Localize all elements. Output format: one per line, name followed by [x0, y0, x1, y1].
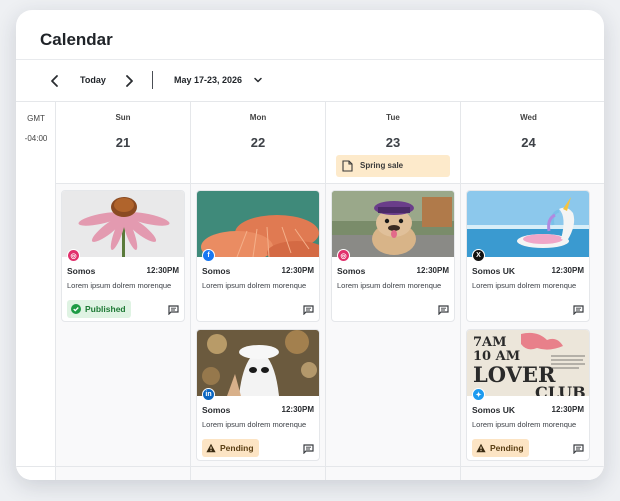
day-number: 23 — [385, 135, 401, 150]
post-time: 12:30PM — [281, 405, 314, 414]
day-number: 22 — [250, 135, 266, 150]
warning-icon — [206, 443, 216, 453]
chevron-left-icon — [51, 75, 58, 87]
page-header: Calendar — [16, 10, 604, 60]
post-account: Somos UK — [472, 266, 515, 276]
chevron-right-icon — [126, 75, 133, 87]
comment-icon[interactable] — [438, 305, 449, 315]
day-column-tue[interactable]: Tue 23 Spring sale ◎ Somos 12:30PM Lorem… — [326, 102, 461, 480]
linkedin-icon: in — [202, 388, 215, 401]
day-column-sun[interactable]: Sun 21 ◎ Somos 12:30PM Lorem ipsum dolre… — [56, 102, 191, 480]
post-text: Lorem ipsum dolrem morenque — [337, 281, 442, 290]
instagram-icon: ◎ — [67, 249, 80, 262]
status-badge: Pending — [202, 439, 259, 457]
post-card[interactable]: f Somos 12:30PM Lorem ipsum dolrem moren… — [196, 190, 320, 322]
day-header: Wed 24 — [461, 102, 604, 184]
post-time: 12:30PM — [281, 266, 314, 275]
post-image — [197, 330, 319, 396]
status-label: Published — [85, 304, 126, 314]
status-badge: Published — [67, 300, 131, 318]
timezone-label: GMT — [27, 114, 45, 123]
comment-icon[interactable] — [573, 444, 584, 454]
post-account: Somos — [202, 266, 231, 276]
post-time: 12:30PM — [551, 405, 584, 414]
post-account: Somos — [337, 266, 366, 276]
day-header: Sun 21 — [56, 102, 190, 184]
date-toolbar: Today May 17-23, 2026 — [16, 60, 604, 102]
post-image — [467, 191, 589, 257]
post-time: 12:30PM — [416, 266, 449, 275]
post-account: Somos — [202, 405, 231, 415]
day-column-wed[interactable]: Wed 24 X Somos UK 12:30PM Lorem ipsum do… — [461, 102, 604, 480]
document-icon — [342, 160, 353, 172]
post-time: 12:30PM — [146, 266, 179, 275]
grid-divider — [16, 466, 604, 467]
day-header: Mon 22 — [191, 102, 325, 184]
instagram-icon: ◎ — [337, 249, 350, 262]
check-circle-icon — [71, 304, 81, 314]
post-time: 12:30PM — [551, 266, 584, 275]
day-name: Tue — [386, 113, 400, 122]
timezone-gutter: GMT -04:00 — [16, 102, 56, 480]
post-card[interactable]: ◎ Somos 12:30PM Lorem ipsum dolrem moren… — [61, 190, 185, 322]
toolbar-divider — [152, 71, 153, 89]
comment-icon[interactable] — [573, 305, 584, 315]
x-icon: X — [472, 249, 485, 262]
day-column-mon[interactable]: Mon 22 f Somos 12:30PM Lorem ipsum dolre… — [191, 102, 326, 480]
post-image: 7AM 10 AM LOVER CLUB — [467, 330, 589, 396]
post-text: Lorem ipsum dolrem morenque — [67, 281, 172, 290]
post-image — [62, 191, 184, 257]
poster-text: CLUB — [535, 383, 586, 396]
status-label: Pending — [490, 443, 524, 453]
timezone-offset: -04:00 — [24, 134, 48, 143]
today-button[interactable]: Today — [80, 75, 106, 85]
day-number: 24 — [521, 135, 536, 150]
post-account: Somos — [67, 266, 96, 276]
event-chip[interactable]: Spring sale — [336, 155, 450, 177]
day-name: Mon — [249, 113, 267, 122]
day-name: Wed — [520, 113, 537, 122]
chevron-down-icon[interactable] — [252, 74, 264, 86]
post-card[interactable]: 7AM 10 AM LOVER CLUB ✦ Somos UK 12:30PM … — [466, 329, 590, 461]
comment-icon[interactable] — [303, 444, 314, 454]
next-week-button[interactable] — [120, 72, 138, 90]
twitter-bird-icon: ✦ — [472, 388, 485, 401]
warning-icon — [476, 443, 486, 453]
event-label: Spring sale — [360, 161, 404, 170]
date-range-picker[interactable]: May 17-23, 2026 — [174, 75, 242, 85]
post-card[interactable]: ◎ Somos 12:30PM Lorem ipsum dolrem moren… — [331, 190, 455, 322]
status-label: Pending — [220, 443, 254, 453]
poster-text: 7AM — [473, 335, 507, 350]
post-text: Lorem ipsum dolrem morenque — [472, 420, 577, 429]
facebook-icon: f — [202, 249, 215, 262]
previous-week-button[interactable] — [46, 72, 64, 90]
calendar-window: Calendar Today May 17-23, 2026 GMT -04:0… — [16, 10, 604, 480]
comment-icon[interactable] — [168, 305, 179, 315]
post-account: Somos UK — [472, 405, 515, 415]
week-grid: GMT -04:00 Sun 21 ◎ Somos 12:30PM Lorem … — [16, 102, 604, 480]
comment-icon[interactable] — [303, 305, 314, 315]
post-text: Lorem ipsum dolrem morenque — [472, 281, 577, 290]
day-header: Tue 23 Spring sale — [326, 102, 460, 184]
post-image — [332, 191, 454, 257]
day-name: Sun — [115, 113, 131, 122]
post-image — [197, 191, 319, 257]
day-number: 21 — [115, 135, 131, 150]
post-card[interactable]: X Somos UK 12:30PM Lorem ipsum dolrem mo… — [466, 190, 590, 322]
post-card[interactable]: in Somos 12:30PM Lorem ipsum dolrem more… — [196, 329, 320, 461]
post-text: Lorem ipsum dolrem morenque — [202, 281, 307, 290]
post-text: Lorem ipsum dolrem morenque — [202, 420, 307, 429]
page-title: Calendar — [40, 30, 113, 49]
status-badge: Pending — [472, 439, 529, 457]
